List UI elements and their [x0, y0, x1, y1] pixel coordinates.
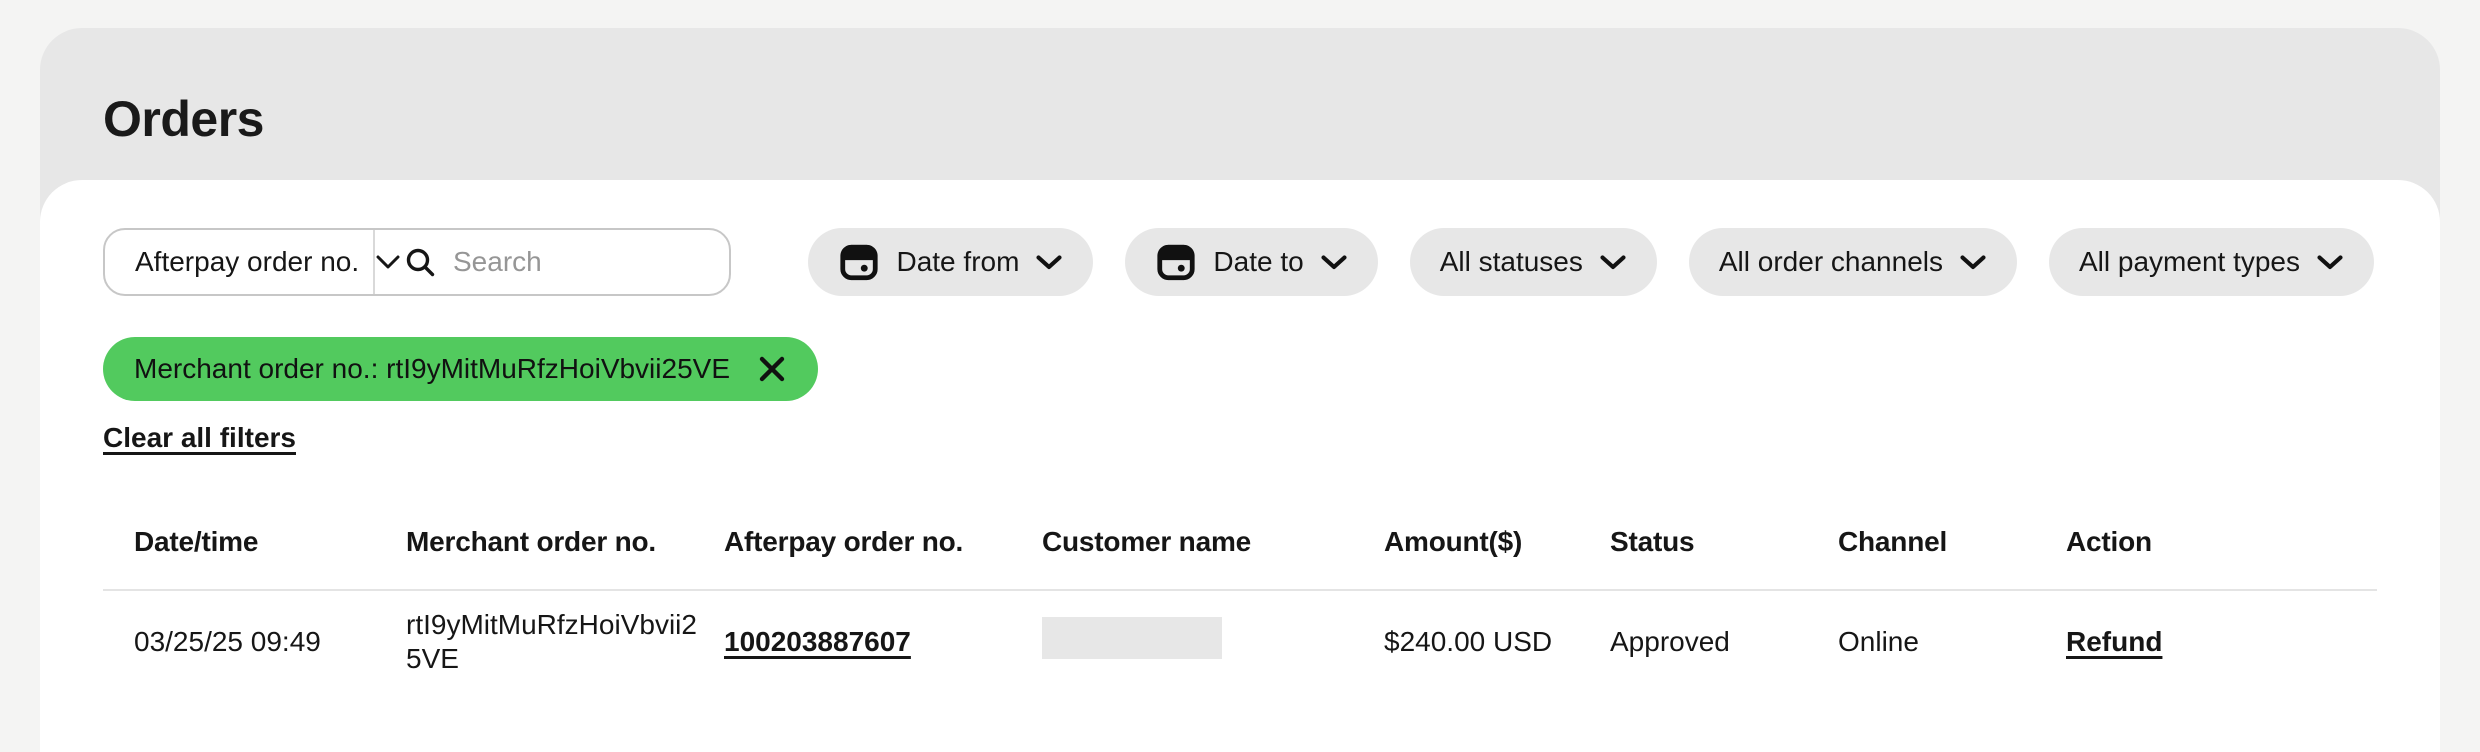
- payment-types-label: All payment types: [2079, 246, 2300, 278]
- chevron-down-icon: [1320, 254, 1348, 271]
- date-from-dropdown[interactable]: Date from: [808, 228, 1093, 296]
- date-to-label: Date to: [1213, 246, 1303, 278]
- column-header-datetime: Date/time: [134, 526, 406, 558]
- date-to-dropdown[interactable]: Date to: [1125, 228, 1377, 296]
- merchant-order-filter-chip: Merchant order no.: rtI9yMitMuRfzHoiVbvi…: [103, 337, 818, 401]
- cell-merchant-order-no: rtI9yMitMuRfzHoiVbvii25VE: [406, 594, 712, 690]
- column-header-status: Status: [1610, 526, 1838, 558]
- column-header-channel: Channel: [1838, 526, 2066, 558]
- column-header-afterpay-order-no: Afterpay order no.: [724, 526, 1042, 558]
- clear-all-filters-link[interactable]: Clear all filters: [103, 422, 296, 453]
- payment-types-dropdown[interactable]: All payment types: [2049, 228, 2374, 296]
- column-header-action: Action: [2066, 526, 2377, 558]
- date-from-label: Date from: [896, 246, 1019, 278]
- search-box: [375, 230, 731, 294]
- cell-channel: Online: [1838, 611, 2066, 673]
- calendar-icon: [838, 241, 880, 283]
- order-channels-dropdown[interactable]: All order channels: [1689, 228, 2017, 296]
- clear-filters-row: Clear all filters: [103, 422, 2377, 454]
- order-channels-label: All order channels: [1719, 246, 1943, 278]
- orders-table: Date/time Merchant order no. Afterpay or…: [103, 494, 2377, 693]
- column-header-amount: Amount($): [1384, 526, 1610, 558]
- card-content: Afterpay order no.: [40, 180, 2440, 752]
- refund-link[interactable]: Refund: [2066, 626, 2162, 657]
- search-category-dropdown[interactable]: Afterpay order no.: [105, 230, 375, 294]
- cell-datetime: 03/25/25 09:49: [134, 611, 406, 673]
- card-header: Orders: [40, 28, 2440, 180]
- active-filters: Merchant order no.: rtI9yMitMuRfzHoiVbvi…: [103, 337, 2377, 401]
- afterpay-order-no-link[interactable]: 100203887607: [724, 626, 911, 657]
- statuses-label: All statuses: [1440, 246, 1583, 278]
- search-combo: Afterpay order no.: [103, 228, 731, 296]
- remove-filter-icon[interactable]: [756, 353, 788, 385]
- orders-page: Orders Afterpay order no.: [0, 0, 2480, 752]
- filter-chip-label: Merchant order no.: rtI9yMitMuRfzHoiVbvi…: [134, 353, 730, 385]
- chevron-down-icon: [1959, 254, 1987, 271]
- filter-dropdowns: Date from Date to: [808, 228, 2377, 296]
- column-header-customer-name: Customer name: [1042, 526, 1384, 558]
- search-icon: [403, 245, 437, 279]
- table-row: 03/25/25 09:49 rtI9yMitMuRfzHoiVbvii25VE…: [103, 591, 2377, 693]
- statuses-dropdown[interactable]: All statuses: [1410, 228, 1657, 296]
- chevron-down-icon: [1599, 254, 1627, 271]
- cell-status: Approved: [1610, 611, 1838, 673]
- cell-customer-name: [1042, 603, 1384, 681]
- page-title: Orders: [103, 90, 264, 148]
- orders-card: Orders Afterpay order no.: [40, 28, 2440, 752]
- filter-bar: Afterpay order no.: [103, 228, 2377, 296]
- table-header: Date/time Merchant order no. Afterpay or…: [103, 494, 2377, 591]
- redacted-customer-name: [1042, 617, 1222, 659]
- calendar-icon: [1155, 241, 1197, 283]
- column-header-merchant-order-no: Merchant order no.: [406, 526, 724, 558]
- search-input[interactable]: [453, 246, 731, 278]
- cell-amount: $240.00 USD: [1384, 611, 1610, 673]
- search-category-label: Afterpay order no.: [135, 246, 359, 278]
- chevron-down-icon: [1035, 254, 1063, 271]
- chevron-down-icon: [2316, 254, 2344, 271]
